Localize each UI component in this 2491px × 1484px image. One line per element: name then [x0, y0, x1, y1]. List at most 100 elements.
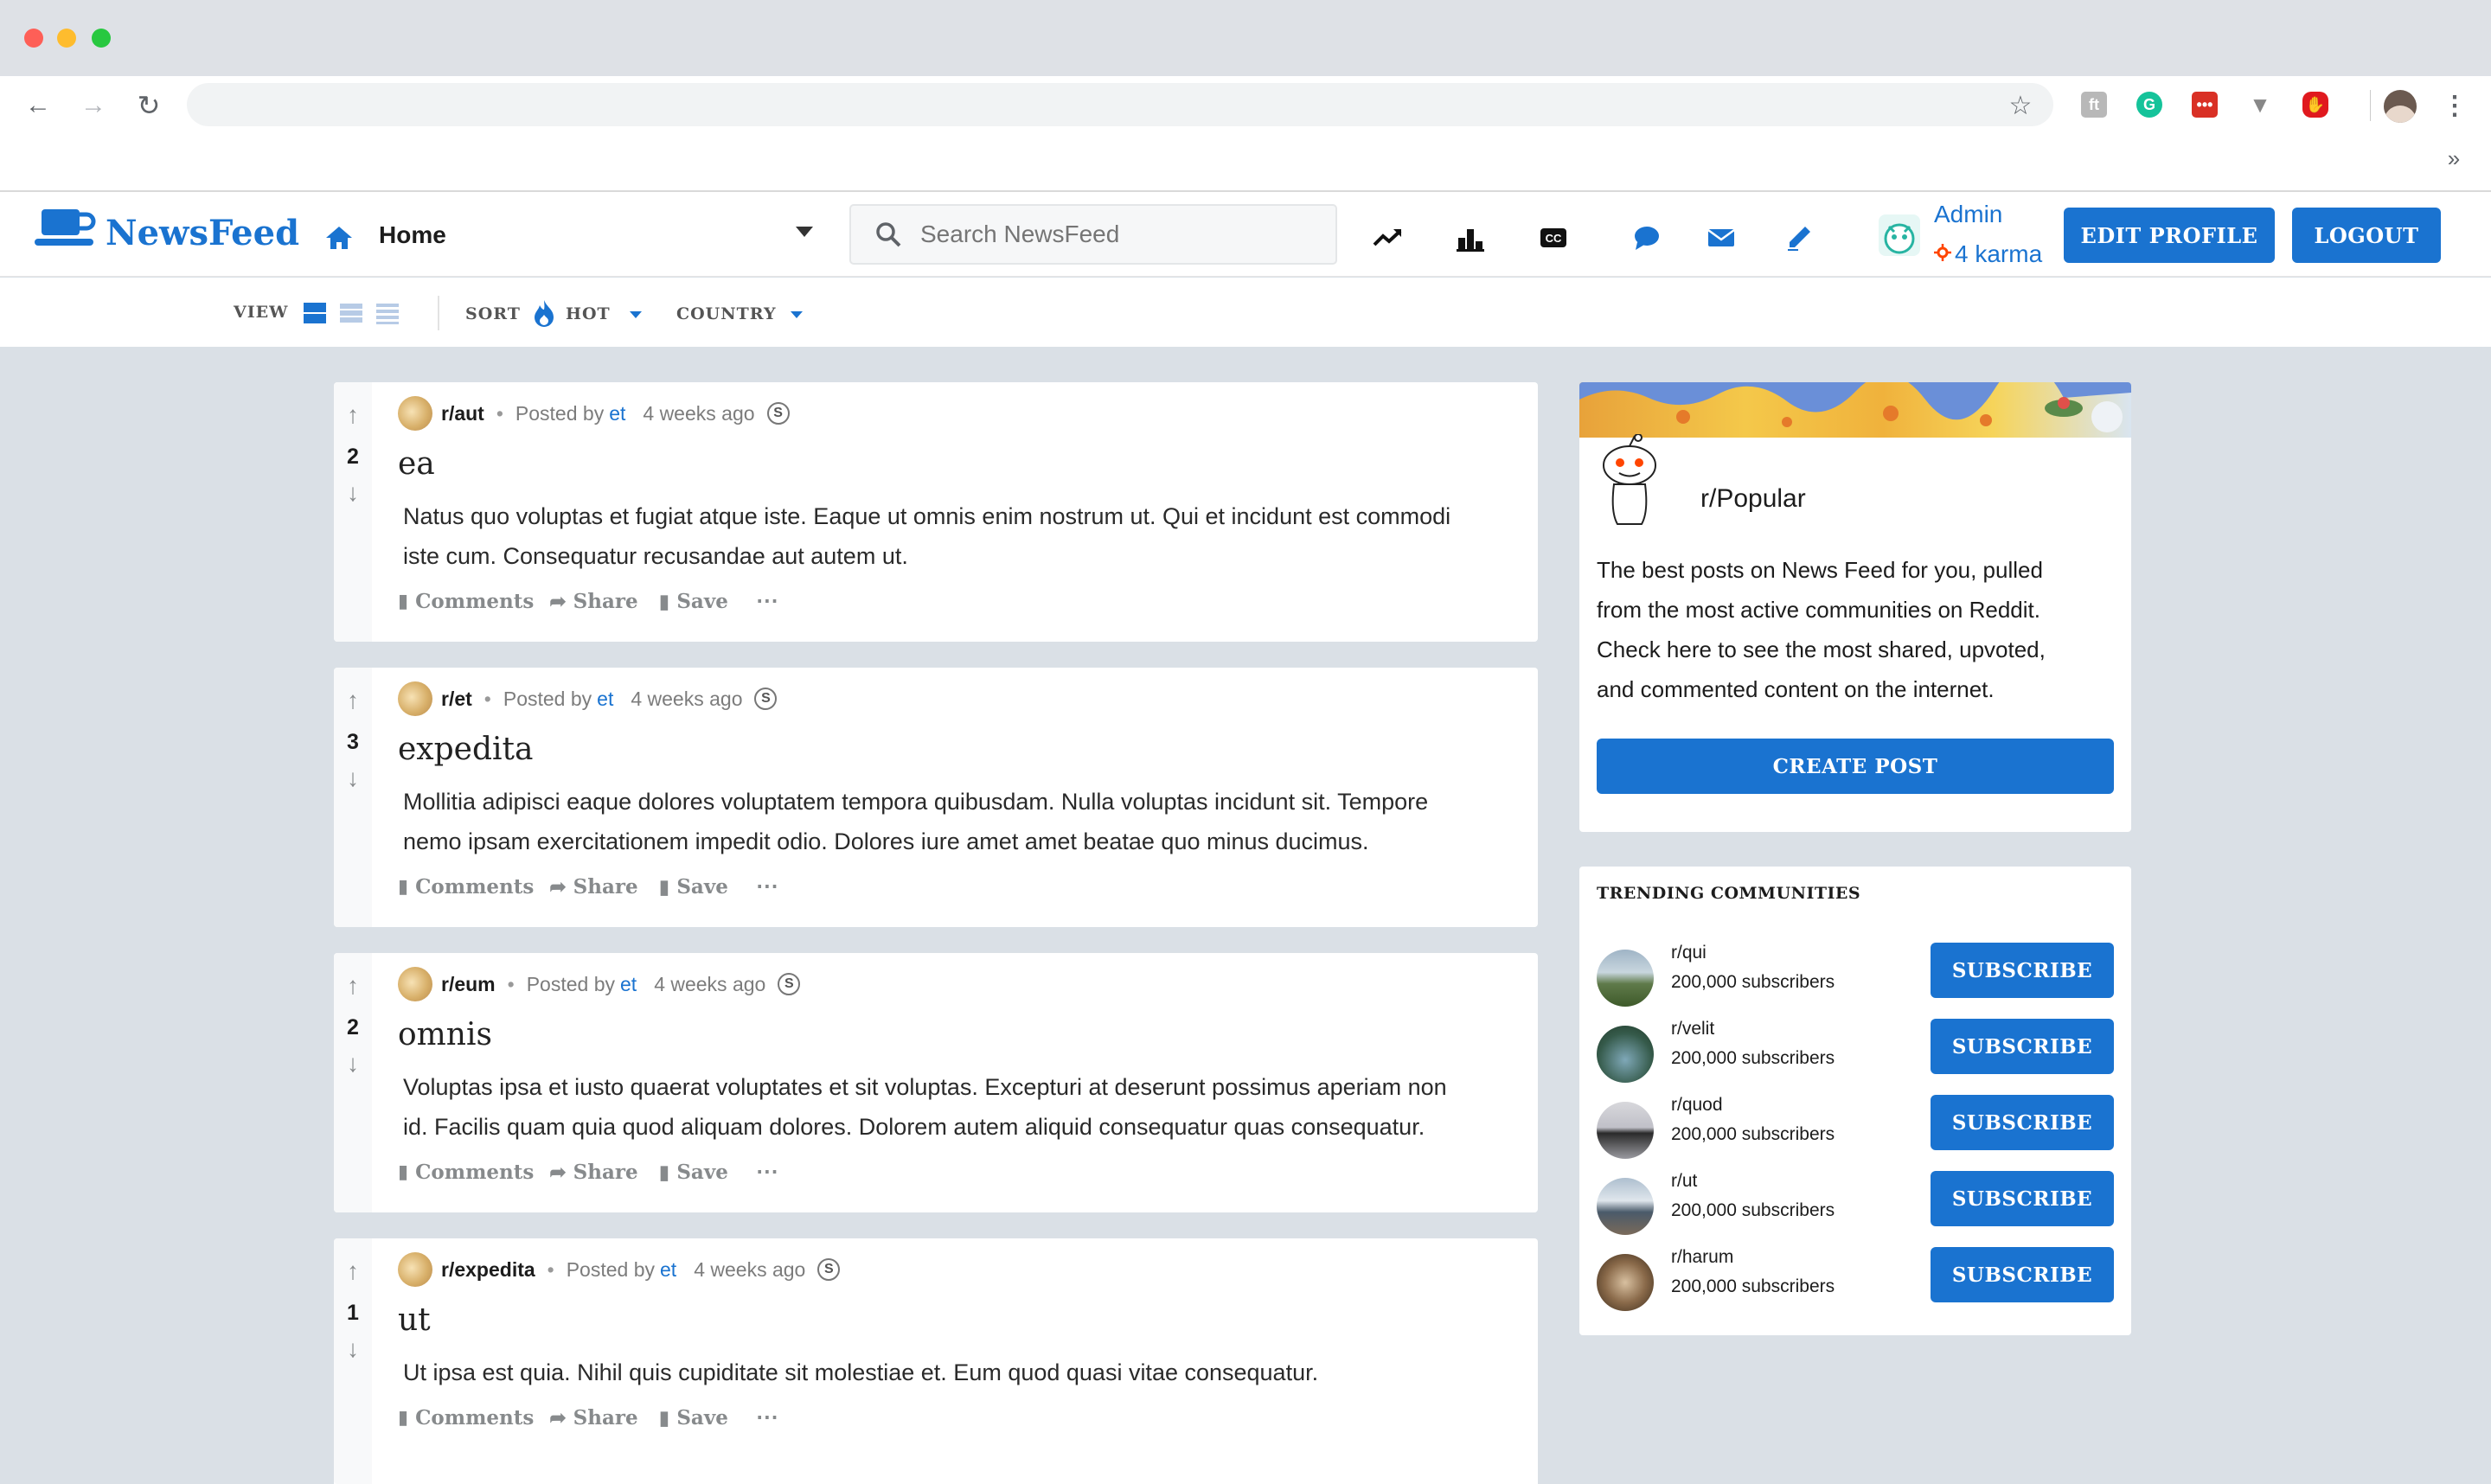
post-subreddit[interactable]: r/eum: [441, 973, 496, 996]
comments-button[interactable]: ▮ Comments: [398, 1161, 534, 1184]
home-dropdown-chevron-icon[interactable]: [796, 227, 813, 237]
post-card[interactable]: ↑ 3 ↓ r/et • Posted by et 4 weeks ago S …: [334, 668, 1538, 927]
font-extension-icon[interactable]: ft: [2081, 92, 2107, 118]
card-view-icon[interactable]: [303, 301, 327, 325]
create-post-button[interactable]: CREATE POST: [1597, 739, 2114, 794]
community-name[interactable]: r/ut: [1671, 1171, 1697, 1192]
home-icon[interactable]: [322, 221, 356, 255]
post-card[interactable]: ↑ 2 ↓ r/aut • Posted by et 4 weeks ago S…: [334, 382, 1538, 642]
community-avatar[interactable]: [1597, 1026, 1654, 1083]
more-options-icon[interactable]: ⋯: [756, 588, 778, 614]
leaderboard-icon[interactable]: [1453, 221, 1488, 255]
subscribe-button[interactable]: SUBSCRIBE: [1931, 1019, 2114, 1074]
sort-chevron-down-icon[interactable]: [630, 311, 642, 318]
logout-button[interactable]: LOGOUT: [2292, 208, 2441, 263]
subscribe-button[interactable]: SUBSCRIBE: [1931, 1247, 2114, 1302]
chat-icon[interactable]: [1630, 221, 1664, 255]
share-button[interactable]: ➦ Share: [549, 875, 637, 899]
post-author[interactable]: et: [597, 688, 613, 711]
post-author[interactable]: et: [620, 973, 637, 996]
post-subreddit[interactable]: r/expedita: [441, 1258, 535, 1282]
country-chevron-down-icon[interactable]: [791, 311, 803, 318]
profile-avatar-icon[interactable]: [2384, 90, 2417, 123]
browser-menu-icon[interactable]: ⋮: [2441, 92, 2469, 120]
upvote-arrow-icon[interactable]: ↑: [339, 401, 367, 429]
community-name[interactable]: r/harum: [1671, 1247, 1733, 1268]
comments-button[interactable]: ▮ Comments: [398, 875, 534, 899]
award-icon[interactable]: S: [766, 402, 790, 425]
post-title[interactable]: expedita: [398, 732, 533, 767]
search-box[interactable]: [849, 204, 1337, 265]
bookmark-star-icon[interactable]: ☆: [2007, 92, 2034, 120]
brand-name[interactable]: NewsFeed: [106, 213, 299, 253]
maximize-window-button[interactable]: [92, 29, 111, 48]
forward-icon[interactable]: →: [80, 91, 107, 119]
community-avatar[interactable]: [1597, 1254, 1654, 1311]
downvote-arrow-icon[interactable]: ↓: [339, 1050, 367, 1078]
bookmarks-overflow-icon[interactable]: »: [2441, 145, 2467, 172]
downvote-arrow-icon[interactable]: ↓: [339, 1335, 367, 1363]
upvote-arrow-icon[interactable]: ↑: [339, 687, 367, 714]
save-button[interactable]: ▮ Save: [659, 590, 728, 613]
more-options-icon[interactable]: ⋯: [756, 873, 778, 899]
post-title[interactable]: ut: [398, 1302, 431, 1338]
flame-icon[interactable]: [533, 299, 557, 327]
share-button[interactable]: ➦ Share: [549, 1406, 637, 1430]
classic-view-icon[interactable]: [339, 301, 363, 325]
downvote-arrow-icon[interactable]: ↓: [339, 764, 367, 792]
vivaldi-extension-icon[interactable]: ▼: [2247, 92, 2273, 118]
award-icon[interactable]: S: [817, 1258, 841, 1281]
grammarly-extension-icon[interactable]: G: [2136, 92, 2162, 118]
newsfeed-logo-icon[interactable]: [33, 208, 99, 253]
post-author[interactable]: et: [660, 1258, 676, 1282]
subscribe-button[interactable]: SUBSCRIBE: [1931, 943, 2114, 998]
pencil-icon[interactable]: [1782, 221, 1816, 255]
mail-icon[interactable]: [1704, 221, 1739, 255]
post-subreddit[interactable]: r/et: [441, 688, 472, 711]
post-subreddit[interactable]: r/aut: [441, 402, 484, 425]
dots-extension-icon[interactable]: •••: [2192, 92, 2218, 118]
user-name[interactable]: Admin: [1934, 201, 2002, 228]
downvote-arrow-icon[interactable]: ↓: [339, 479, 367, 507]
reload-icon[interactable]: ↻: [135, 90, 163, 121]
post-author[interactable]: et: [609, 402, 625, 425]
trending-icon[interactable]: [1370, 221, 1405, 255]
subscribe-button[interactable]: SUBSCRIBE: [1931, 1171, 2114, 1226]
closed-captions-icon[interactable]: CC: [1536, 221, 1571, 255]
share-button[interactable]: ➦ Share: [549, 1161, 637, 1184]
home-nav-label[interactable]: Home: [379, 221, 446, 249]
award-icon[interactable]: S: [754, 688, 778, 710]
compact-view-icon[interactable]: [375, 301, 400, 325]
community-avatar[interactable]: [1597, 1102, 1654, 1159]
upvote-arrow-icon[interactable]: ↑: [339, 972, 367, 1000]
search-input[interactable]: [920, 221, 1301, 248]
more-options-icon[interactable]: ⋯: [756, 1404, 778, 1430]
address-bar[interactable]: [187, 83, 2053, 126]
community-name[interactable]: r/velit: [1671, 1019, 1714, 1039]
save-button[interactable]: ▮ Save: [659, 875, 728, 899]
more-options-icon[interactable]: ⋯: [756, 1159, 778, 1185]
country-label[interactable]: COUNTRY: [676, 304, 777, 323]
adblock-extension-icon[interactable]: ✋: [2302, 92, 2328, 118]
popular-title[interactable]: r/Popular: [1700, 484, 1806, 514]
community-avatar[interactable]: [1597, 950, 1654, 1007]
subscribe-button[interactable]: SUBSCRIBE: [1931, 1095, 2114, 1150]
post-card[interactable]: ↑ 1 ↓ r/expedita • Posted by et 4 weeks …: [334, 1238, 1538, 1484]
back-icon[interactable]: ←: [24, 91, 52, 119]
close-window-button[interactable]: [24, 29, 43, 48]
community-name[interactable]: r/qui: [1671, 943, 1707, 963]
award-icon[interactable]: S: [778, 973, 801, 995]
save-button[interactable]: ▮ Save: [659, 1161, 728, 1184]
user-avatar[interactable]: [1879, 214, 1920, 256]
save-button[interactable]: ▮ Save: [659, 1406, 728, 1430]
post-card[interactable]: ↑ 2 ↓ r/eum • Posted by et 4 weeks ago S…: [334, 953, 1538, 1212]
comments-button[interactable]: ▮ Comments: [398, 1406, 534, 1430]
community-avatar[interactable]: [1597, 1178, 1654, 1235]
minimize-window-button[interactable]: [57, 29, 76, 48]
upvote-arrow-icon[interactable]: ↑: [339, 1257, 367, 1285]
community-name[interactable]: r/quod: [1671, 1095, 1723, 1116]
comments-button[interactable]: ▮ Comments: [398, 590, 534, 613]
edit-profile-button[interactable]: EDIT PROFILE: [2064, 208, 2275, 263]
post-title[interactable]: ea: [398, 446, 435, 482]
share-button[interactable]: ➦ Share: [549, 590, 637, 613]
